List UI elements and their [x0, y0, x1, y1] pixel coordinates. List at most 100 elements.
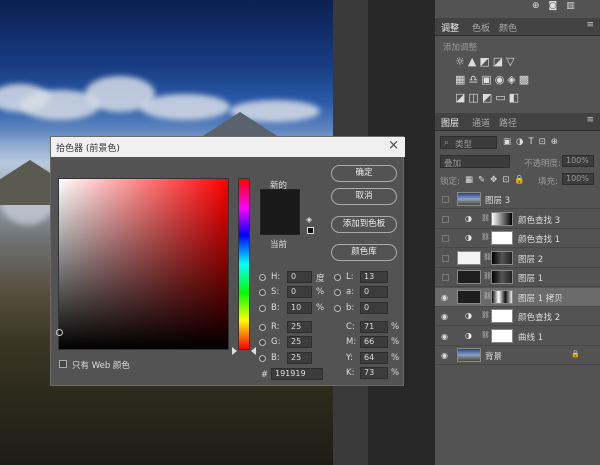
visibility-toggle[interactable]: [442, 274, 449, 281]
layer-filter-icons[interactable]: ▣◑T⊡⊕: [503, 137, 563, 147]
eye-icon[interactable]: ◉: [441, 312, 448, 321]
layer-thumbnail[interactable]: [457, 250, 481, 265]
threshold-icon[interactable]: ◩: [482, 91, 495, 104]
exposure-icon[interactable]: ◪: [493, 55, 506, 68]
lab-b-input[interactable]: 0: [360, 302, 388, 314]
y-input[interactable]: 64: [360, 352, 388, 364]
layer-name[interactable]: 曲线 1: [518, 331, 543, 343]
out-of-gamut-icon[interactable]: ◈: [306, 215, 312, 224]
trash-icon[interactable]: ▥: [566, 1, 584, 11]
tab-layers[interactable]: 图层: [441, 116, 459, 129]
layer-row[interactable]: ◉ ⛓ 图层 1 拷贝: [435, 287, 600, 307]
layer-filter-select[interactable]: ⌕ 类型: [440, 136, 497, 150]
r-input[interactable]: 25: [287, 321, 312, 333]
tab-channels[interactable]: 通道: [472, 116, 490, 129]
hue-slider-left-arrow[interactable]: [232, 347, 237, 355]
layer-mask-thumbnail[interactable]: [491, 231, 513, 245]
layer-name[interactable]: 图层 1 拷贝: [518, 292, 563, 304]
dialog-titlebar[interactable]: 拾色器 (前景色) ×: [51, 137, 405, 157]
radio-g[interactable]: [259, 339, 266, 346]
cancel-button[interactable]: 取消: [331, 188, 397, 205]
layer-row[interactable]: ◉ ◑ ⛓ 曲线 1: [435, 327, 600, 346]
eye-icon[interactable]: ◉: [441, 293, 448, 302]
blend-mode-select[interactable]: 叠加: [440, 155, 510, 169]
layer-mask-thumbnail[interactable]: [491, 250, 513, 265]
radio-blue[interactable]: [259, 355, 266, 362]
color-balance-icon[interactable]: ♎: [468, 73, 481, 86]
color-libraries-button[interactable]: 颜色库: [331, 244, 397, 261]
radio-l[interactable]: [334, 274, 341, 281]
visibility-toggle[interactable]: [442, 235, 449, 242]
radio-b[interactable]: [259, 305, 266, 312]
layer-row[interactable]: ◑ ⛓ 颜色查找 1: [435, 229, 600, 248]
ok-button[interactable]: 确定: [331, 165, 397, 182]
m-input[interactable]: 66: [360, 336, 388, 348]
saturation-brightness-field[interactable]: [58, 178, 229, 350]
link-icon[interactable]: ⛓: [481, 214, 490, 222]
s-input[interactable]: 0: [287, 286, 312, 298]
channel-mixer-icon[interactable]: ◈: [507, 73, 518, 86]
layer-row[interactable]: 图层 3: [435, 190, 600, 209]
opacity-input[interactable]: 100%: [562, 155, 594, 167]
tab-adjustments[interactable]: 调整: [441, 21, 459, 34]
b-input[interactable]: 10: [287, 302, 312, 314]
layer-name[interactable]: 背景: [485, 350, 502, 362]
photo-filter-icon[interactable]: ◉: [495, 73, 508, 86]
camera-icon[interactable]: ◙: [549, 1, 567, 11]
layer-name[interactable]: 图层 2: [518, 253, 543, 265]
hex-input[interactable]: 191919: [271, 368, 323, 380]
radio-a[interactable]: [334, 289, 341, 296]
web-colors-checkbox[interactable]: [59, 360, 67, 368]
layer-name[interactable]: 颜色查找 2: [518, 311, 560, 323]
visibility-toggle[interactable]: [442, 254, 449, 262]
posterize-icon[interactable]: ◫: [468, 91, 481, 104]
h-input[interactable]: 0: [287, 271, 312, 283]
layer-row[interactable]: ⛓ 图层 2: [435, 249, 600, 268]
layer-mask-thumbnail[interactable]: [491, 270, 513, 284]
color-picker-cursor[interactable]: [56, 329, 63, 336]
layer-thumbnail[interactable]: [457, 348, 481, 362]
web-safe-icon[interactable]: [307, 227, 314, 234]
layer-mask-thumbnail[interactable]: [491, 309, 513, 323]
radio-s[interactable]: [259, 289, 266, 296]
eye-icon[interactable]: ◉: [441, 351, 448, 360]
blue-input[interactable]: 25: [287, 352, 312, 364]
curves-icon[interactable]: ◩: [479, 55, 492, 68]
layer-name[interactable]: 图层 3: [485, 194, 510, 206]
panel-menu-icon[interactable]: ≡: [586, 20, 594, 30]
color-lookup-icon[interactable]: ▩: [519, 73, 532, 86]
link-icon[interactable]: ⛓: [481, 331, 490, 339]
bw-icon[interactable]: ▣: [481, 73, 494, 86]
levels-icon[interactable]: ▲: [468, 55, 479, 68]
a-input[interactable]: 0: [360, 286, 388, 298]
link-icon[interactable]: ⛓: [481, 233, 490, 241]
layer-row[interactable]: ⛓ 图层 1: [435, 268, 600, 287]
selective-color-icon[interactable]: ◧: [509, 91, 522, 104]
link-icon[interactable]: ⛓: [481, 311, 490, 319]
gradient-map-icon[interactable]: ▭: [495, 91, 508, 104]
layer-thumbnail[interactable]: [457, 289, 481, 304]
layer-name[interactable]: 图层 1: [518, 272, 543, 284]
layer-name[interactable]: 颜色查找 3: [518, 214, 560, 226]
invert-icon[interactable]: ◪: [455, 91, 468, 104]
layer-row[interactable]: ◉ 背景 🔒: [435, 346, 600, 365]
radio-h[interactable]: [259, 274, 266, 281]
c-input[interactable]: 71: [360, 321, 388, 333]
layer-row[interactable]: ◑ ⛓ 颜色查找 3: [435, 210, 600, 229]
tab-color[interactable]: 颜色: [499, 21, 517, 34]
k-input[interactable]: 73: [360, 367, 388, 379]
visibility-toggle[interactable]: [442, 215, 449, 223]
layer-mask-thumbnail[interactable]: [491, 211, 513, 226]
layer-thumbnail[interactable]: [457, 192, 481, 206]
brightness-icon[interactable]: ☼: [455, 55, 468, 68]
quick-action-icon[interactable]: ⊕: [532, 1, 549, 11]
fill-input[interactable]: 100%: [562, 173, 594, 185]
g-input[interactable]: 25: [287, 336, 312, 348]
add-to-swatches-button[interactable]: 添加到色板: [331, 216, 397, 233]
layer-name[interactable]: 颜色查找 1: [518, 233, 560, 245]
vibrance-icon[interactable]: ▽: [506, 55, 517, 68]
radio-r[interactable]: [259, 324, 266, 331]
hue-sat-icon[interactable]: ▦: [455, 73, 468, 86]
layer-mask-thumbnail[interactable]: [491, 328, 513, 343]
lock-icons[interactable]: ▦✎✥⊡🔒: [465, 175, 530, 185]
